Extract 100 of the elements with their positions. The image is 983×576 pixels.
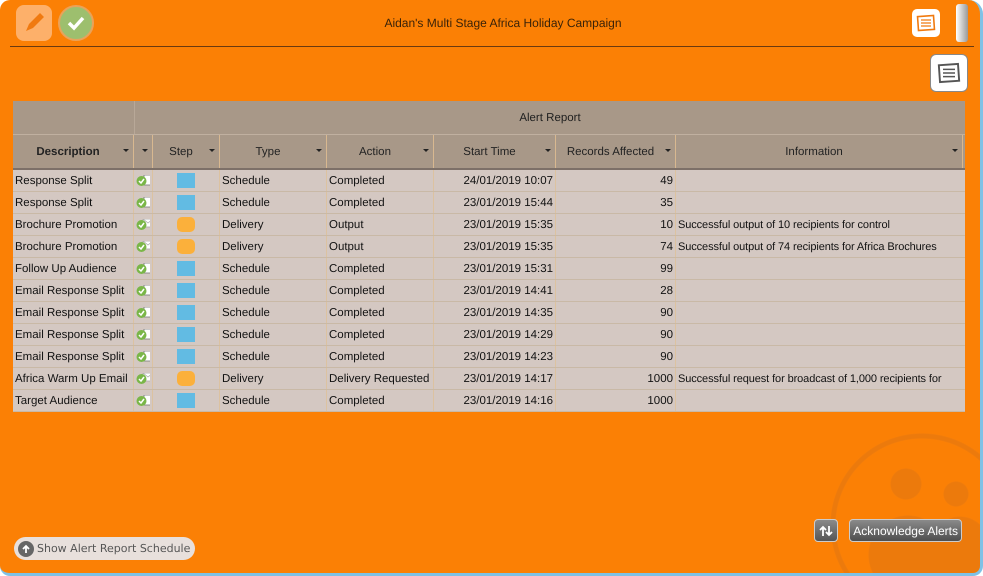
table-cell: 35 [556,192,676,213]
caret-icon [952,149,958,152]
table-cell-text: Successful output of 10 recipients for control [677,218,891,232]
schedule-step-icon [177,349,195,364]
table-cell: 99 [556,258,676,279]
table-cell: Schedule [220,192,327,213]
delivery-step-icon [177,217,195,232]
table-cell: Completed [327,302,434,323]
window-title: Aidan's Multi Stage Africa Holiday Campaign [383,16,623,30]
table-cell: 23/01/2019 14:23 [434,346,556,367]
column-header[interactable]: Action [327,135,434,168]
table-cell-text: Successful output of 74 recipients for Africa Brochures [677,240,938,254]
table-cell: 1000 [556,390,676,411]
table-cell: Delivery Requested [327,368,434,389]
table-cell: Schedule [220,302,327,323]
check-document-icon [136,197,150,208]
check-document-icon [136,263,150,274]
table-cell: 10 [556,214,676,235]
table-cell: Completed [327,170,434,191]
table-cell: Schedule [220,390,327,411]
table-cell: 90 [556,324,676,345]
table-cell: 23/01/2019 14:35 [434,302,556,323]
check-document-icon [136,329,150,340]
table-cell: Target Audience [13,390,134,411]
caret-icon [545,149,551,152]
table-cell: Completed [327,280,434,301]
show-schedule-button[interactable]: Show Alert Report Schedule [14,537,196,560]
schedule-step-icon [177,305,195,320]
table-cell: Completed [327,346,434,367]
list-icon [937,61,961,85]
refresh-button[interactable] [814,519,838,542]
table-cell: Schedule [220,324,327,345]
table-cell: 1000 [556,368,676,389]
table-cell: Schedule [220,170,327,191]
table-cell: 74 [556,236,676,257]
column-header[interactable]: Description [13,135,134,168]
list-icon [916,13,936,33]
caret-icon [665,149,671,152]
acknowledge-alerts-button[interactable]: Acknowledge Alerts [849,519,962,542]
table-cell: Output [327,236,434,257]
schedule-step-icon [177,261,195,276]
delivery-step-icon [177,371,195,386]
table-cell: Africa Warm Up Email [13,368,134,389]
refresh-icon [819,524,834,538]
table-cell: Email Response Split [13,324,134,345]
table-cell: 49 [556,170,676,191]
column-header[interactable]: Records Affected [556,135,676,168]
schedule-step-icon [177,393,195,408]
column-header[interactable]: Start Time [434,135,556,168]
caret-icon [123,149,129,152]
table-cell-text: Successful request for broadcast of 1,000 recipients for [677,372,942,386]
table-cell: Schedule [220,346,327,367]
group-header: Alert Report [518,110,582,126]
table-cell: 23/01/2019 14:41 [434,280,556,301]
table-cell: 23/01/2019 15:31 [434,258,556,279]
column-header[interactable]: Type [220,135,327,168]
table-cell: Brochure Promotion [13,214,134,235]
table-cell: 23/01/2019 14:29 [434,324,556,345]
table-cell: Delivery [220,368,327,389]
table-cell: Delivery [220,214,327,235]
table-cell: 23/01/2019 14:16 [434,390,556,411]
column-header[interactable]: Step [153,135,220,168]
table-cell: Schedule [220,280,327,301]
check-document-icon [136,285,150,296]
table-cell: Schedule [220,258,327,279]
edit-button[interactable] [16,5,52,41]
notes-button[interactable] [930,54,968,92]
check-document-icon [136,351,150,362]
check-document-icon [136,395,150,406]
schedule-step-icon [177,327,195,342]
caret-icon [316,149,322,152]
table-cell: Completed [327,324,434,345]
caret-icon [142,149,148,152]
column-header[interactable]: Information [676,135,963,168]
caret-icon [423,149,429,152]
table-cell: Email Response Split [13,302,134,323]
table-cell: 24/01/2019 10:07 [434,170,556,191]
table-cell: 23/01/2019 14:17 [434,368,556,389]
table-cell: Output [327,214,434,235]
schedule-step-icon [177,173,195,188]
side-panel-handle[interactable] [956,4,968,42]
confirm-button[interactable] [58,5,94,41]
table-cell: 28 [556,280,676,301]
check-document-icon [136,175,150,186]
table-cell: Email Response Split [13,280,134,301]
table-cell: Email Response Split [13,346,134,367]
schedule-step-icon [177,195,195,210]
table-cell: Completed [327,258,434,279]
table-cell: Follow Up Audience [13,258,134,279]
table-cell: Response Split [13,170,134,191]
table-cell: Brochure Promotion [13,236,134,257]
table-cell: Completed [327,192,434,213]
table-cell: Completed [327,390,434,411]
table-cell: 23/01/2019 15:44 [434,192,556,213]
check-envelope-icon [136,373,150,384]
delivery-step-icon [177,239,195,254]
table-cell: Response Split [13,192,134,213]
caret-icon [209,149,215,152]
table-cell: 23/01/2019 15:35 [434,236,556,257]
table-cell: 90 [556,302,676,323]
